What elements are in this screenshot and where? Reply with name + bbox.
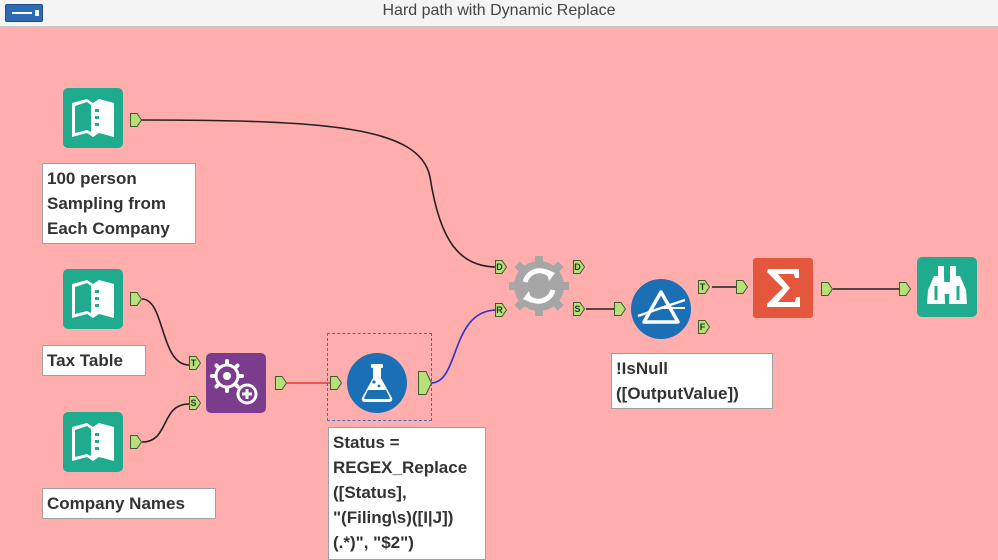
recycle-gear-icon [509, 256, 569, 316]
summarize-tool[interactable] [752, 257, 814, 319]
annotation-formula: Status = REGEX_Replace ([Status], "(Fili… [328, 427, 486, 560]
annotation-company: Company Names [42, 488, 216, 519]
filter-prism-icon [631, 279, 691, 339]
append-target-anchor[interactable]: T [189, 356, 201, 370]
output-anchor[interactable] [275, 376, 287, 390]
anchor-label: D [574, 262, 581, 272]
anchor-label: T [190, 358, 197, 368]
anchor-label: F [699, 322, 706, 332]
annotation-tax: Tax Table [42, 345, 146, 376]
filter-tool[interactable] [630, 278, 692, 340]
connection-tax-to-append-t[interactable] [141, 298, 190, 366]
append-fields-tool[interactable] [205, 352, 267, 414]
workflow-canvas[interactable]: 100 person Sampling from Each Company Ta… [0, 27, 998, 560]
dynamic-output-d-anchor[interactable]: D [573, 260, 585, 274]
anchor-label: D [496, 262, 503, 272]
book-icon [63, 269, 123, 329]
book-icon [63, 88, 123, 148]
input-anchor[interactable] [736, 280, 748, 294]
container-title-bar[interactable]: Hard path with Dynamic Replace [0, 0, 998, 27]
input-anchor[interactable] [899, 282, 911, 296]
formula-tool[interactable] [346, 352, 408, 414]
anchor-label: S [190, 398, 197, 408]
dynamic-data-anchor[interactable]: D [495, 260, 507, 274]
dynamic-rules-anchor[interactable]: R [495, 303, 507, 317]
connection-company-to-append-s[interactable] [141, 403, 190, 443]
output-anchor[interactable] [821, 282, 833, 296]
connections-layer [139, 119, 904, 443]
input-data-tool-company[interactable] [62, 411, 124, 473]
sigma-icon [753, 258, 813, 318]
input-anchor[interactable] [330, 376, 342, 390]
output-anchor[interactable] [418, 371, 432, 395]
book-icon [63, 412, 123, 472]
browse-tool[interactable] [916, 256, 978, 318]
container-title: Hard path with Dynamic Replace [382, 2, 616, 19]
annotation-filter: !IsNull ([OutputValue]) [611, 353, 773, 409]
output-anchor[interactable] [130, 113, 142, 127]
dynamic-output-s-anchor[interactable]: S [573, 302, 585, 316]
output-anchor[interactable] [130, 292, 142, 306]
filter-true-anchor[interactable]: T [698, 280, 710, 294]
binoculars-icon [917, 257, 977, 317]
anchor-label: S [574, 304, 581, 314]
anchor-label: R [496, 305, 503, 315]
workflow-container: Hard path with Dynamic Replace 100 perso… [0, 0, 998, 560]
annotation-sample: 100 person Sampling from Each Company [42, 163, 196, 244]
flask-icon [347, 353, 407, 413]
input-data-tool-tax[interactable] [62, 268, 124, 330]
dynamic-replace-tool[interactable] [508, 255, 570, 317]
append-source-anchor[interactable]: S [189, 396, 201, 410]
connection-formula-to-dynamic-r[interactable] [430, 309, 498, 384]
output-anchor[interactable] [130, 435, 142, 449]
input-data-tool-sample[interactable] [62, 87, 124, 149]
input-anchor[interactable] [614, 302, 626, 316]
gears-plus-icon [206, 353, 266, 413]
anchor-label: T [699, 282, 706, 292]
filter-false-anchor[interactable]: F [698, 320, 710, 334]
